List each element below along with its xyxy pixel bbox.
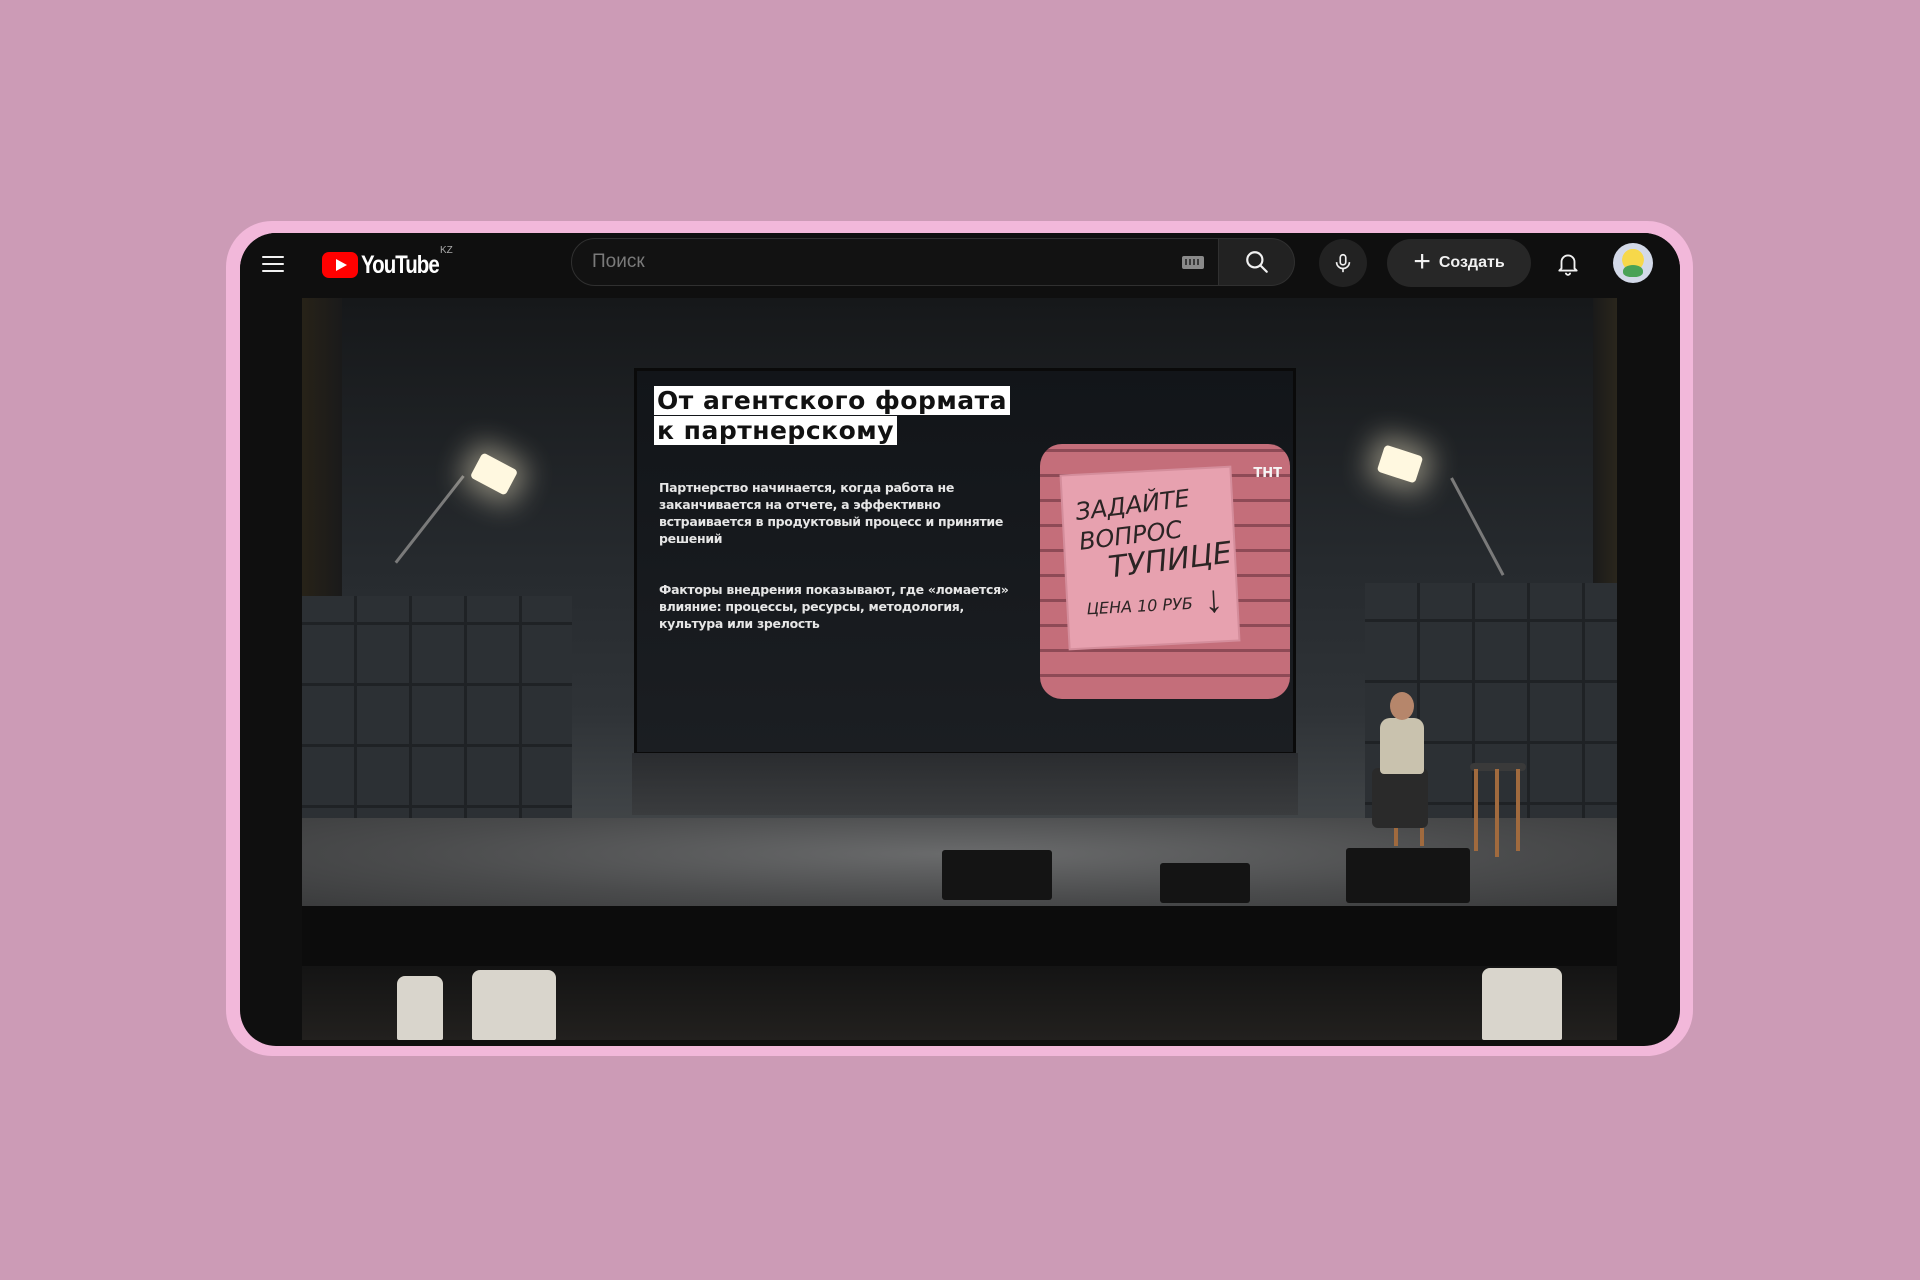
slide-image: ТНТ ЗАДАЙТЕ ВОПРОС ТУПИЦЕ ЦЕНА 10 РУБ ↓	[1040, 444, 1290, 699]
audience-seat	[472, 970, 556, 1040]
search-box	[571, 238, 1219, 286]
search-icon	[1245, 251, 1268, 273]
menu-button[interactable]	[262, 249, 294, 279]
slide-title-line2: к партнерскому	[654, 416, 898, 445]
voice-search-button[interactable]	[1319, 239, 1367, 287]
lamp-right	[1376, 444, 1424, 484]
video-player[interactable]: От агентского формата к партнерскому Пар…	[302, 298, 1617, 1040]
youtube-logo[interactable]: YouTube	[322, 249, 456, 281]
arrow-down-icon: ↓	[1203, 578, 1225, 622]
create-button[interactable]: + Создать	[1387, 239, 1531, 287]
audience-seat	[1482, 968, 1562, 1040]
logo-text: YouTube	[361, 250, 440, 279]
lamp-left	[469, 452, 519, 496]
hamburger-menu-icon	[262, 256, 284, 258]
notifications-button[interactable]	[1546, 241, 1590, 285]
search-button[interactable]	[1219, 238, 1295, 286]
sign-price: ЦЕНА 10 РУБ	[1086, 593, 1194, 619]
browser-window: YouTube KZ + Создать	[240, 233, 1680, 1046]
bell-icon	[1558, 254, 1578, 276]
stool-leg	[1495, 769, 1499, 857]
channel-logo: ТНТ	[1253, 466, 1282, 481]
mic-icon	[1335, 253, 1351, 273]
speaker-legs	[1372, 768, 1428, 828]
slide-title-line1: От агентского формата	[654, 386, 1011, 415]
slide-paragraph-2: Факторы внедрения показывают, где «ломае…	[659, 582, 1009, 631]
handwritten-sign: ЗАДАЙТЕ ВОПРОС ТУПИЦЕ ЦЕНА 10 РУБ ↓	[1061, 467, 1239, 649]
region-badge: KZ	[440, 245, 453, 256]
stool-leg	[1516, 769, 1520, 851]
stage-monitor-1	[942, 850, 1052, 900]
stage-monitor-3	[1346, 848, 1470, 903]
lamp-stand-left	[394, 475, 465, 564]
slide-title: От агентского формата к партнерскому	[654, 386, 1084, 446]
audience-area	[302, 966, 1617, 1040]
speaker	[1380, 718, 1424, 774]
hamburger-line	[262, 270, 284, 272]
keyboard-icon[interactable]	[1182, 255, 1204, 269]
slide-paragraph-1: Партнерство начинается, когда работа не …	[659, 480, 1004, 546]
search-input[interactable]	[572, 250, 1182, 274]
hamburger-line	[262, 263, 284, 265]
lamp-stand-right	[1450, 477, 1505, 576]
youtube-header: YouTube KZ + Создать	[240, 233, 1680, 295]
stage-monitor-2	[1160, 863, 1250, 903]
plus-icon: +	[1413, 244, 1431, 278]
speaker-head	[1390, 692, 1414, 720]
sign-text: ЗАДАЙТЕ ВОПРОС ТУПИЦЕ	[1074, 479, 1234, 587]
presentation-slide: От агентского формата к партнерскому Пар…	[634, 368, 1296, 755]
youtube-play-icon	[322, 252, 358, 278]
stage-front	[302, 906, 1617, 966]
avatar[interactable]	[1613, 243, 1653, 283]
stool-leg	[1474, 769, 1478, 851]
stage-backwall	[632, 753, 1298, 815]
create-label: Создать	[1438, 254, 1505, 271]
audience-seat	[397, 976, 443, 1040]
